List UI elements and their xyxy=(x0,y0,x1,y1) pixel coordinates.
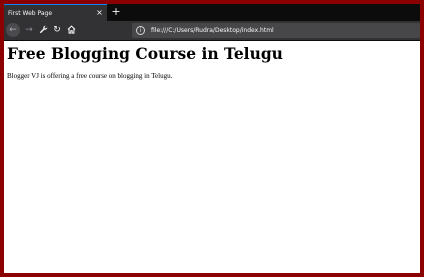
wrench-icon xyxy=(39,25,47,34)
page-heading: Free Blogging Course in Telugu xyxy=(7,44,283,63)
page-content: Free Blogging Course in Telugu Blogger V… xyxy=(4,41,420,273)
reload-icon: ↻ xyxy=(53,25,61,35)
forward-button[interactable]: → xyxy=(22,23,36,37)
home-icon xyxy=(67,25,75,34)
arrow-left-icon: ← xyxy=(9,25,17,35)
info-icon[interactable]: i xyxy=(136,26,145,35)
home-button[interactable] xyxy=(64,23,78,37)
tools-button[interactable] xyxy=(36,23,50,37)
tab-first-web-page[interactable]: First Web Page × xyxy=(4,4,107,21)
tab-title: First Web Page xyxy=(8,10,53,17)
new-tab-button[interactable]: + xyxy=(109,4,123,21)
back-button[interactable]: ← xyxy=(6,23,20,37)
url-text[interactable]: file:///C:/Users/Rudra/Desktop/index.htm… xyxy=(151,23,274,38)
page-paragraph: Blogger VJ is offering a free course on … xyxy=(7,72,173,80)
reload-button[interactable]: ↻ xyxy=(50,23,64,37)
address-bar[interactable]: i file:///C:/Users/Rudra/Desktop/index.h… xyxy=(132,23,420,38)
tab-close-icon[interactable]: × xyxy=(95,5,104,20)
arrow-right-icon: → xyxy=(25,25,33,35)
tab-strip: First Web Page × + xyxy=(4,4,420,21)
navigation-toolbar: ← → ↻ i file:///C:/Users/Rudra/Desktop/i… xyxy=(4,21,420,41)
screenshot-frame: First Web Page × + ← → ↻ i file:///C:/Us… xyxy=(0,0,424,277)
